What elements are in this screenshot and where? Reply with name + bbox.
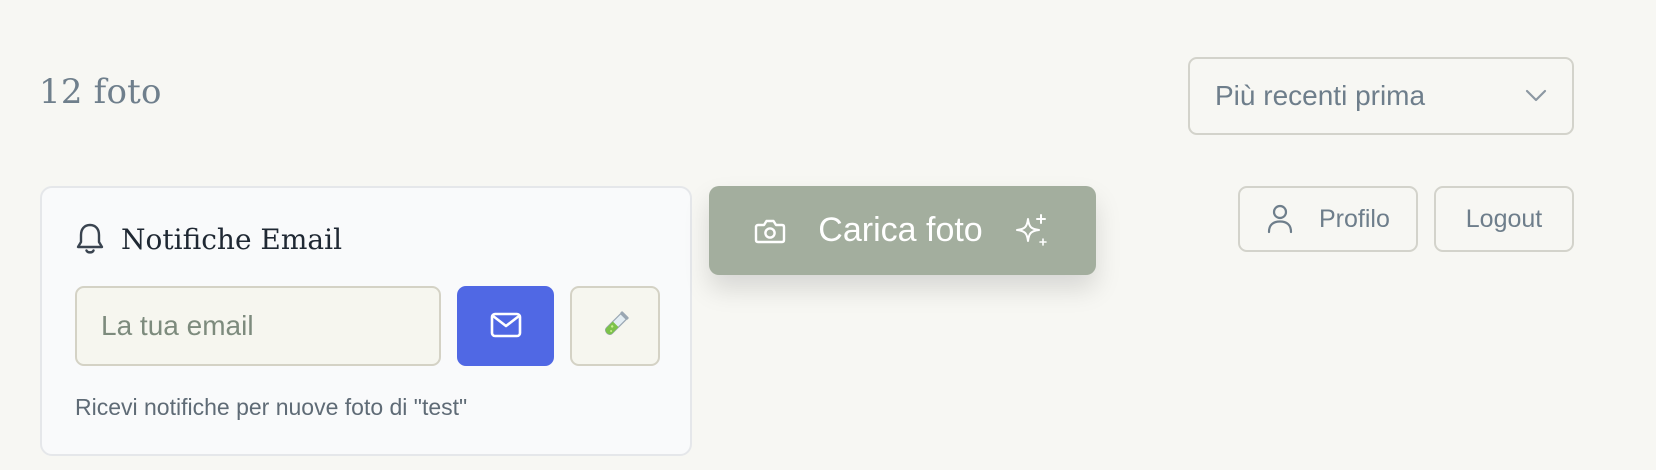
profile-button[interactable]: Profilo [1238, 186, 1418, 252]
subscribe-email-button[interactable] [457, 286, 554, 366]
notification-help-text: Ricevi notifiche per nuove foto di "test… [75, 394, 468, 420]
sort-selected-value: Più recenti prima [1215, 80, 1426, 111]
card-title: Notifiche Email [121, 222, 343, 256]
logout-button[interactable]: Logout [1434, 186, 1574, 252]
test-notification-button[interactable] [570, 286, 660, 366]
email-input[interactable] [75, 286, 441, 366]
sparkle-icon [1013, 212, 1051, 250]
upload-photo-button[interactable]: Carica foto [709, 186, 1096, 275]
chevron-down-icon [1524, 84, 1548, 108]
photo-count: 12 foto [39, 72, 162, 112]
email-notifications-card: Notifiche Email Ricevi notifiche per [40, 186, 692, 456]
mail-icon [490, 312, 522, 341]
upload-photo-label: Carica foto [818, 211, 983, 249]
test-tube-icon [599, 309, 631, 344]
user-icon [1267, 203, 1295, 235]
sort-select[interactable]: Più recenti prima [1188, 57, 1574, 135]
bell-icon [75, 222, 107, 256]
card-header: Notifiche Email [75, 222, 342, 256]
profile-label: Profilo [1319, 204, 1390, 233]
camera-icon [754, 214, 788, 248]
logout-label: Logout [1465, 204, 1543, 233]
